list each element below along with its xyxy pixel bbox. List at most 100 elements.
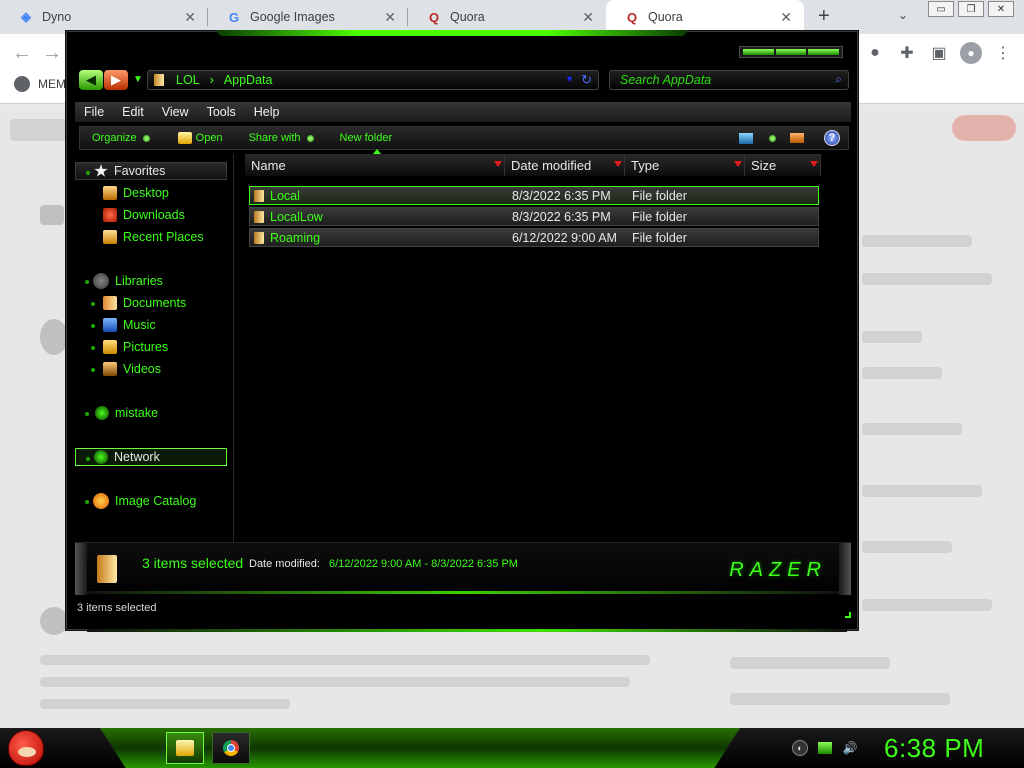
date-modified-label: Date modified: bbox=[249, 558, 320, 570]
google-icon: G bbox=[228, 9, 240, 25]
new-folder-button[interactable]: New folder bbox=[340, 132, 393, 144]
open-folder-icon bbox=[177, 132, 192, 144]
open-button[interactable]: Open bbox=[177, 132, 223, 144]
nav-label: Downloads bbox=[123, 208, 185, 222]
nav-pictures[interactable]: Pictures bbox=[75, 338, 227, 356]
explorer-minimize-button[interactable] bbox=[743, 49, 774, 55]
view-dropdown-dot-icon[interactable] bbox=[769, 134, 776, 142]
browser-tab-quora-1[interactable]: Q Quora ✕ bbox=[408, 0, 606, 34]
help-icon[interactable]: ? bbox=[824, 130, 840, 146]
dropdown-dot-icon bbox=[306, 134, 314, 142]
nav-desktop[interactable]: Desktop bbox=[75, 184, 227, 202]
nav-mistake[interactable]: mistake bbox=[75, 404, 227, 422]
toolbar-icons: ● ✚ ▣ ● ⋮ bbox=[864, 42, 1024, 64]
menu-help[interactable]: Help bbox=[254, 105, 280, 119]
back-arrow-icon[interactable]: ← bbox=[12, 42, 32, 65]
change-view-icon[interactable] bbox=[739, 132, 753, 144]
column-dropdown-icon[interactable] bbox=[810, 161, 818, 167]
bookmark-label: MEM bbox=[38, 77, 66, 91]
nav-recent-places[interactable]: Recent Places bbox=[75, 228, 227, 246]
file-row[interactable]: LocalLow 8/3/2022 6:35 PM File folder bbox=[249, 207, 819, 226]
forward-arrow-icon[interactable]: ▶ bbox=[104, 70, 128, 90]
close-window-button[interactable]: ✕ bbox=[988, 1, 1014, 17]
address-dropdown-icon[interactable]: ▼ bbox=[565, 74, 574, 84]
pane-splitter[interactable] bbox=[233, 154, 234, 544]
search-input[interactable]: Search AppData ⌕ bbox=[609, 70, 849, 90]
file-date: 8/3/2022 6:35 PM bbox=[512, 210, 611, 224]
browser-tab-dyno[interactable]: ◈ Dyno ✕ bbox=[0, 0, 208, 34]
column-dropdown-icon[interactable] bbox=[734, 161, 742, 167]
taskbar: ◐ 🔊 6:38 PM bbox=[0, 728, 1024, 768]
explorer-close-button[interactable] bbox=[808, 49, 840, 55]
search-placeholder: Search AppData bbox=[620, 73, 712, 87]
forward-arrow-icon[interactable]: → bbox=[42, 42, 62, 65]
new-tab-button[interactable]: + bbox=[818, 5, 830, 28]
bookmark-item[interactable]: MEM bbox=[14, 76, 66, 92]
address-bar[interactable]: LOL › AppData ▼ ↻ bbox=[147, 70, 599, 90]
file-name: Roaming bbox=[270, 231, 321, 245]
start-button-angry-bird-icon[interactable] bbox=[8, 730, 44, 766]
preview-pane-icon[interactable] bbox=[790, 133, 804, 143]
videos-icon bbox=[103, 362, 117, 376]
volume-icon[interactable]: 🔊 bbox=[842, 740, 858, 756]
column-header-date[interactable]: Date modified bbox=[505, 154, 625, 176]
puzzle-extensions-icon[interactable]: ✚ bbox=[896, 42, 918, 64]
breadcrumb-lol[interactable]: LOL bbox=[176, 73, 200, 87]
profile-avatar-icon[interactable]: ● bbox=[960, 42, 982, 64]
file-row[interactable]: Local 8/3/2022 6:35 PM File folder bbox=[249, 186, 819, 205]
back-arrow-icon[interactable]: ◀ bbox=[79, 70, 103, 90]
menu-view[interactable]: View bbox=[162, 105, 189, 119]
close-tab-icon[interactable]: ✕ bbox=[384, 9, 396, 26]
taskbar-clock[interactable]: 6:38 PM bbox=[884, 733, 984, 764]
resize-grip-icon[interactable] bbox=[845, 612, 851, 618]
column-header-name[interactable]: Name bbox=[245, 154, 505, 176]
recent-locations-dropdown-icon[interactable]: ▼ bbox=[133, 74, 143, 85]
explorer-maximize-button[interactable] bbox=[775, 49, 807, 55]
organize-button[interactable]: Organize bbox=[92, 132, 150, 144]
nav-libraries[interactable]: Libraries bbox=[75, 272, 227, 290]
taskbar-chrome-button[interactable] bbox=[212, 732, 250, 764]
details-pane: 3 items selected Date modified: 6/12/202… bbox=[75, 542, 851, 595]
language-icon[interactable]: ◐ bbox=[792, 740, 808, 756]
nav-favorites[interactable]: Favorites bbox=[75, 162, 227, 180]
image-catalog-icon bbox=[93, 493, 109, 509]
music-icon bbox=[103, 318, 117, 332]
close-tab-icon[interactable]: ✕ bbox=[780, 9, 792, 26]
side-panel-icon[interactable]: ▣ bbox=[928, 42, 950, 64]
file-type: File folder bbox=[632, 210, 687, 224]
taskbar-explorer-button[interactable] bbox=[166, 732, 204, 764]
browser-tab-quora-2[interactable]: Q Quora ✕ bbox=[606, 0, 804, 34]
browser-tab-google-images[interactable]: G Google Images ✕ bbox=[208, 0, 408, 34]
kebab-menu-icon[interactable]: ⋮ bbox=[992, 42, 1014, 64]
menu-edit[interactable]: Edit bbox=[122, 105, 144, 119]
pictures-icon bbox=[103, 340, 117, 354]
nav-documents[interactable]: Documents bbox=[75, 294, 227, 312]
tab-search-chevron-icon[interactable]: ⌄ bbox=[898, 8, 908, 22]
column-dropdown-icon[interactable] bbox=[494, 161, 502, 167]
file-row[interactable]: Roaming 6/12/2022 9:00 AM File folder bbox=[249, 228, 819, 247]
nav-label: mistake bbox=[115, 406, 159, 420]
nav-downloads[interactable]: Downloads bbox=[75, 206, 227, 224]
search-icon[interactable]: ⌕ bbox=[835, 72, 842, 87]
restore-button[interactable]: ❐ bbox=[958, 1, 984, 17]
column-dropdown-icon[interactable] bbox=[614, 161, 622, 167]
tab-title: Quora bbox=[450, 10, 485, 24]
close-tab-icon[interactable]: ✕ bbox=[582, 9, 594, 26]
extension-badge-icon[interactable]: ● bbox=[864, 42, 886, 64]
status-text: 3 items selected bbox=[77, 602, 157, 614]
nav-videos[interactable]: Videos bbox=[75, 360, 227, 378]
close-tab-icon[interactable]: ✕ bbox=[184, 9, 196, 26]
column-header-type[interactable]: Type bbox=[625, 154, 745, 176]
column-header-size[interactable]: Size bbox=[745, 154, 821, 176]
nav-network[interactable]: Network bbox=[75, 448, 227, 466]
breadcrumb-separator-icon[interactable]: › bbox=[210, 73, 214, 87]
refresh-icon[interactable]: ↻ bbox=[581, 72, 592, 88]
breadcrumb-appdata[interactable]: AppData bbox=[224, 73, 273, 87]
minimize-button[interactable]: ▭ bbox=[928, 1, 954, 17]
share-with-button[interactable]: Share with bbox=[249, 132, 314, 144]
nav-music[interactable]: Music bbox=[75, 316, 227, 334]
network-monitor-icon[interactable] bbox=[818, 742, 832, 754]
menu-file[interactable]: File bbox=[84, 105, 104, 119]
nav-image-catalog[interactable]: Image Catalog bbox=[75, 492, 227, 510]
menu-tools[interactable]: Tools bbox=[207, 105, 236, 119]
